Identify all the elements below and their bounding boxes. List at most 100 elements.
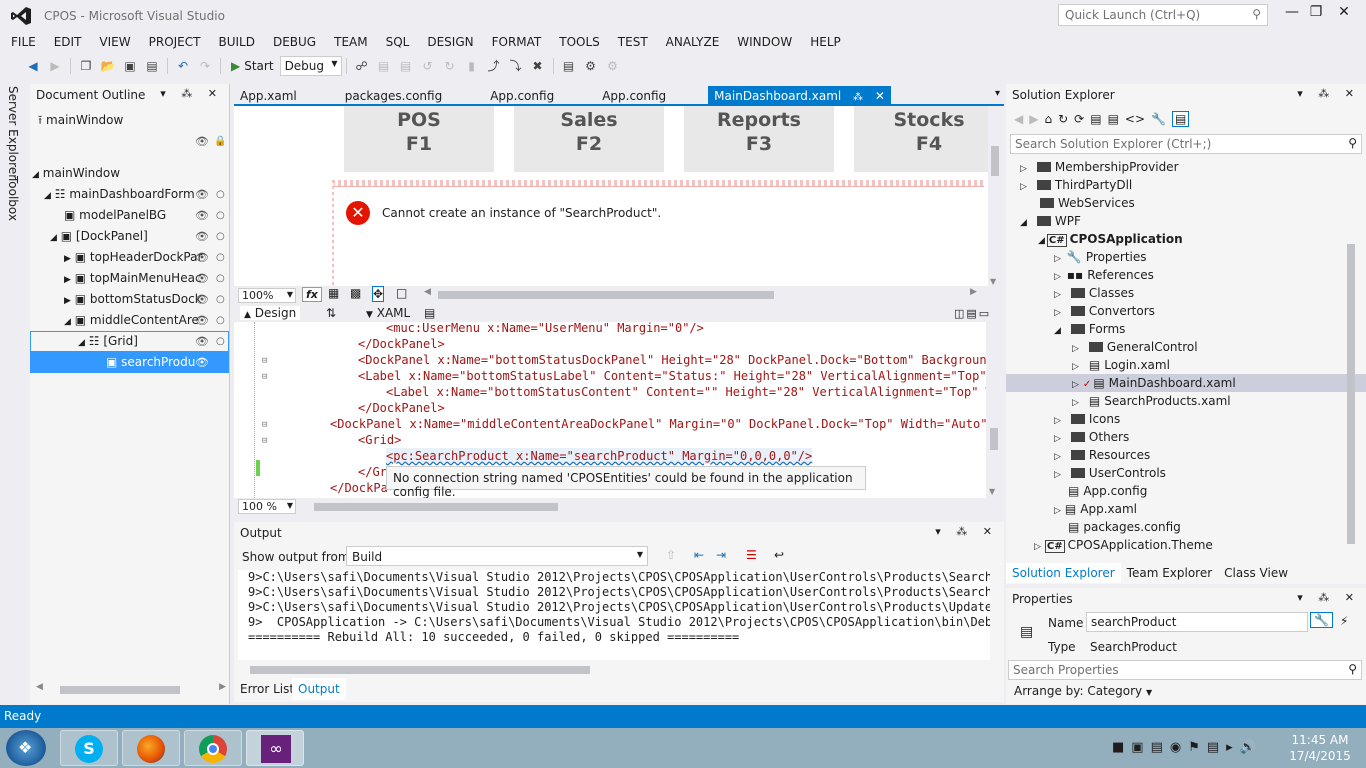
menu-test[interactable]: TEST bbox=[609, 33, 657, 51]
new-project-icon[interactable]: ❐ bbox=[77, 57, 95, 75]
split-layout-icons[interactable]: ◫▤▭ bbox=[954, 307, 991, 320]
menu-design[interactable]: DESIGN bbox=[418, 33, 482, 51]
pane-controls[interactable]: ▾ ⁂ ✕ bbox=[160, 87, 223, 100]
tree-item-project[interactable]: ◢ C# CPOSApplication bbox=[1006, 230, 1366, 248]
tab-app-config-2[interactable]: App.config bbox=[596, 86, 672, 106]
properties-wrench-icon[interactable]: 🔧 bbox=[1151, 112, 1166, 126]
pane-controls[interactable]: ▾ ⁂ ✕ bbox=[935, 525, 998, 538]
view-code-icon[interactable]: <> bbox=[1125, 112, 1145, 126]
bookmark-icon[interactable]: ▮ bbox=[463, 57, 481, 75]
tree-item[interactable]: ◢ Forms bbox=[1006, 320, 1366, 338]
attach-debugger-icon[interactable]: ☍ bbox=[353, 57, 371, 75]
close-button[interactable]: ✕ bbox=[1332, 4, 1356, 24]
designer-horizontal-thumb[interactable] bbox=[438, 291, 774, 299]
scroll-right-icon[interactable]: ▶ bbox=[970, 287, 977, 297]
nav-tile-reports[interactable]: Reports F3 bbox=[684, 106, 834, 172]
output-horizontal-scrollbar[interactable] bbox=[238, 664, 990, 676]
tab-team-explorer[interactable]: Team Explorer bbox=[1121, 563, 1219, 583]
eye-icon[interactable]: 👁 bbox=[195, 331, 209, 352]
bookmark-clear-icon[interactable]: ✖ bbox=[529, 57, 547, 75]
tab-class-view[interactable]: Class View bbox=[1218, 563, 1294, 583]
tree-item[interactable]: ▷ Icons bbox=[1006, 410, 1366, 428]
forward-icon[interactable]: ▶ bbox=[46, 57, 64, 75]
nav-tile-pos[interactable]: POS F1 bbox=[344, 106, 494, 172]
tab-output[interactable]: Output bbox=[292, 678, 346, 700]
prev-message-icon[interactable]: ⇤ bbox=[694, 548, 704, 562]
pin-icon[interactable]: ⁂ bbox=[853, 92, 863, 103]
taskbar-firefox[interactable] bbox=[122, 730, 180, 766]
quick-launch-input[interactable]: Quick Launch (Ctrl+Q) ⚲ bbox=[1058, 4, 1268, 26]
refresh-icon[interactable]: ⟳ bbox=[1074, 112, 1084, 126]
tab-overflow-icon[interactable]: ▾ bbox=[995, 88, 1000, 99]
server-explorer-tab[interactable]: Server Explorer bbox=[6, 86, 20, 179]
clear-all-icon[interactable]: ☰ bbox=[746, 548, 757, 562]
scroll-left-icon[interactable]: ◀ bbox=[36, 682, 43, 692]
tree-item[interactable]: ▷ Resources bbox=[1006, 446, 1366, 464]
collapse-region-icon[interactable]: ⊟ bbox=[262, 420, 267, 430]
name-input[interactable]: searchProduct bbox=[1086, 612, 1308, 632]
code-zoom-select[interactable]: 100 % ▼ bbox=[238, 499, 296, 514]
tab-packages-config[interactable]: packages.config bbox=[339, 86, 448, 106]
step-back-icon[interactable]: ↺ bbox=[419, 57, 437, 75]
tree-item[interactable]: ▷ UserControls bbox=[1006, 464, 1366, 482]
tree-item[interactable]: ▷ ▤ Login.xaml bbox=[1006, 356, 1366, 374]
eye-icon[interactable]: 👁 bbox=[195, 352, 209, 373]
outline-item-grid[interactable]: ◢ ☷ [Grid] 👁 ○ bbox=[30, 331, 229, 352]
popout-xaml-icon[interactable]: ▤ bbox=[424, 306, 435, 320]
circle-icon[interactable]: ○ bbox=[216, 289, 225, 310]
menu-build[interactable]: BUILD bbox=[209, 33, 263, 51]
redo-icon[interactable]: ↷ bbox=[196, 57, 214, 75]
home-icon[interactable]: ⌂ bbox=[1044, 112, 1052, 126]
taskbar-visual-studio[interactable]: ∞ bbox=[246, 730, 304, 766]
tree-item[interactable]: ▤ packages.config bbox=[1006, 518, 1366, 536]
xaml-designer-surface[interactable]: POS F1 Sales F2 Reports F3 Stocks F4 ✕ C… bbox=[234, 106, 1002, 286]
minimize-button[interactable]: — bbox=[1280, 4, 1304, 24]
menu-view[interactable]: VIEW bbox=[90, 33, 139, 51]
outline-root[interactable]: ⭱ mainWindow bbox=[30, 110, 229, 131]
outline-item[interactable]: ▣ modelPanelBG 👁 ○ bbox=[30, 205, 229, 226]
forward-icon[interactable]: ▶ bbox=[1029, 112, 1038, 126]
outline-item[interactable]: ◢ ☷ mainDashboardForm 👁 ○ bbox=[30, 184, 229, 205]
wrench-icon[interactable]: ⚙ bbox=[582, 57, 600, 75]
tree-item[interactable]: ▷ 🔧 Properties bbox=[1006, 248, 1366, 266]
circle-icon[interactable]: ○ bbox=[216, 310, 225, 331]
back-icon[interactable]: ◀ bbox=[1014, 112, 1023, 126]
back-icon[interactable]: ◀ bbox=[24, 57, 42, 75]
tree-item[interactable]: ▷ ▪▪ References bbox=[1006, 266, 1366, 284]
circle-icon[interactable]: ○ bbox=[216, 247, 225, 268]
show-all-files-icon[interactable]: ▤ bbox=[1108, 112, 1119, 126]
sync-icon[interactable]: ↻ bbox=[1058, 112, 1068, 126]
outline-item[interactable]: ▶ ▣ topMainMenuHeac 👁 ○ bbox=[30, 268, 229, 289]
restore-button[interactable]: ❐ bbox=[1304, 4, 1328, 24]
tree-item[interactable]: ▷ ThirdPartyDll bbox=[1006, 176, 1366, 194]
designer-vertical-scrollbar[interactable]: ▼ bbox=[988, 106, 1002, 286]
snap-icon[interactable]: ✥ bbox=[372, 286, 385, 302]
collapse-region-icon[interactable]: ⊟ bbox=[262, 372, 267, 382]
step-over-icon[interactable]: ↻ bbox=[441, 57, 459, 75]
outline-item[interactable]: ◢ mainWindow bbox=[30, 163, 229, 184]
debug-icon[interactable]: ⚙ bbox=[604, 57, 622, 75]
preview-icon[interactable]: ▤ bbox=[1171, 111, 1190, 127]
events-lightning-icon[interactable]: ⚡ bbox=[1340, 614, 1348, 628]
menu-format[interactable]: FORMAT bbox=[483, 33, 551, 51]
zoom-select[interactable]: 100% ▼ bbox=[238, 288, 296, 303]
scrollbar-thumb[interactable] bbox=[991, 146, 999, 176]
nav-tile-sales[interactable]: Sales F2 bbox=[514, 106, 664, 172]
taskbar-chrome[interactable] bbox=[184, 730, 242, 766]
tab-solution-explorer[interactable]: Solution Explorer bbox=[1006, 563, 1121, 583]
eye-icon[interactable]: 👁 bbox=[195, 226, 209, 247]
tree-item[interactable]: ▷ Convertors bbox=[1006, 302, 1366, 320]
fx-icon[interactable]: fx bbox=[302, 287, 322, 302]
tree-item[interactable]: ▷ Classes bbox=[1006, 284, 1366, 302]
circle-icon[interactable]: ○ bbox=[216, 331, 225, 352]
collapse-region-icon[interactable]: ⊟ bbox=[262, 356, 267, 366]
code-vertical-scrollbar[interactable]: ▼ bbox=[986, 322, 1002, 498]
eye-icon[interactable]: 👁 bbox=[195, 131, 209, 152]
clock[interactable]: 11:45 AM 17/4/2015 bbox=[1280, 732, 1360, 764]
outline-item[interactable]: ◢ ▣ middleContentAre 👁 ○ bbox=[30, 310, 229, 331]
toolbox-tab[interactable]: Toolbox bbox=[6, 176, 20, 221]
nav-tile-stocks[interactable]: Stocks F4 bbox=[854, 106, 1002, 172]
page-icon[interactable]: ▤ bbox=[560, 57, 578, 75]
scroll-down-icon[interactable]: ▼ bbox=[989, 487, 995, 496]
align-center-icon[interactable]: ▤ bbox=[397, 57, 415, 75]
